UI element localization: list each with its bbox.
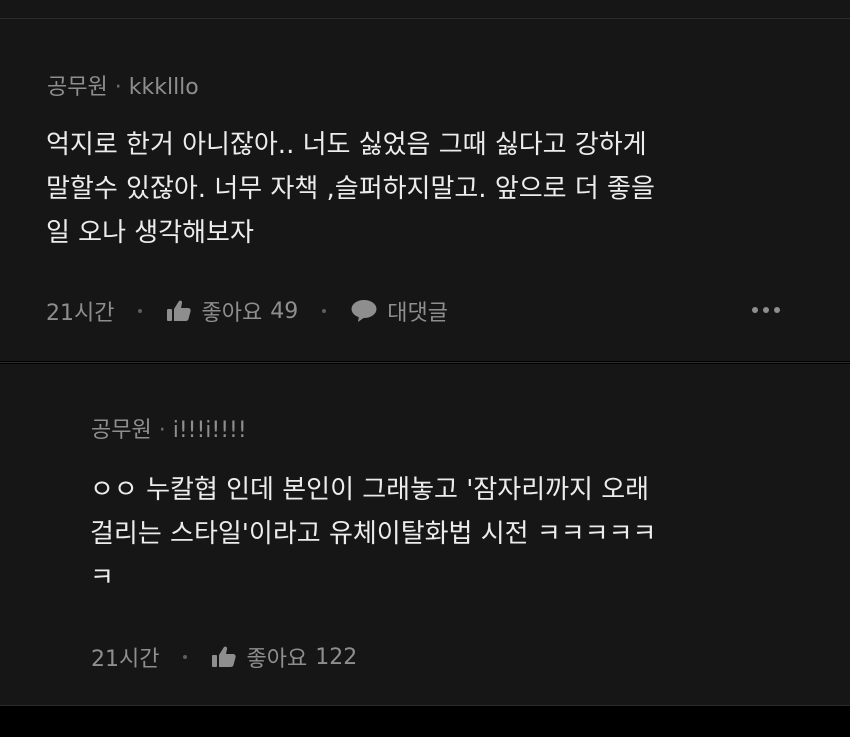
comment-time: 21시간 [46,301,115,326]
like-count: 122 [315,644,358,670]
comment-handle: kkklllo [128,75,199,100]
comment-author[interactable]: 공무원 [47,75,108,100]
action-separator [183,655,188,659]
thumbs-up-icon [211,645,237,669]
comment-time: 21시간 [91,647,160,672]
comment-line: 걸리는 스타일'이라고 유체이탈화법 시전 ㅋㅋㅋㅋㅋ [90,519,657,549]
previous-comment-panel [0,0,850,18]
more-horizontal-icon[interactable] [752,307,780,313]
reply-label: 대댓글 [387,301,448,326]
like-label: 좋아요 [201,301,263,326]
speech-bubble-icon [350,299,378,323]
meta-separator: · [158,418,166,443]
comment-actions: 21시간 좋아요 122 [91,641,357,673]
comment-line: 일 오나 생각해보자 [46,218,254,248]
comment-line: 억지로 한거 아니잖아.. 너도 싫었음 그때 싫다고 강하게 [46,130,647,160]
comment-meta: 공무원 · i!!!i!!!! [91,412,247,444]
like-button[interactable]: 좋아요 122 [211,641,357,673]
reply-comment-card: 공무원 · i!!!i!!!! ㅇㅇ 누칼협 인데 본인이 그래놓고 '잠자리까지 … [0,364,850,705]
comment-line: ㅇㅇ 누칼협 인데 본인이 그래놓고 '잠자리까지 오래 [90,475,650,505]
comment-line: 말할수 있잖아. 너무 자책 ,슬퍼하지말고. 앞으로 더 좋을 [46,174,655,204]
comment-handle: i!!!i!!!! [172,418,247,443]
comment-meta: 공무원 · kkklllo [47,69,199,101]
meta-separator: · [114,75,122,100]
divider [0,705,850,706]
comment-author[interactable]: 공무원 [91,418,152,443]
thumbs-up-icon [166,299,192,323]
like-label: 좋아요 [246,647,308,672]
comment-body: 억지로 한거 아니잖아.. 너도 싫었음 그때 싫다고 강하게 말할수 있잖아.… [46,123,655,255]
comment-card: 공무원 · kkklllo 억지로 한거 아니잖아.. 너도 싫었음 그때 싫다고 … [0,19,850,361]
action-separator [138,309,143,313]
action-separator [322,309,327,313]
comment-body: ㅇㅇ 누칼협 인데 본인이 그래놓고 '잠자리까지 오래 걸리는 스타일'이라고… [90,468,656,600]
like-button[interactable]: 좋아요 49 [166,295,298,327]
like-count: 49 [270,298,299,324]
reply-button[interactable]: 대댓글 [350,295,448,327]
divider [0,362,850,363]
comment-line: ㅋ [90,563,114,593]
comment-actions: 21시간 좋아요 49 대댓글 [46,295,448,327]
